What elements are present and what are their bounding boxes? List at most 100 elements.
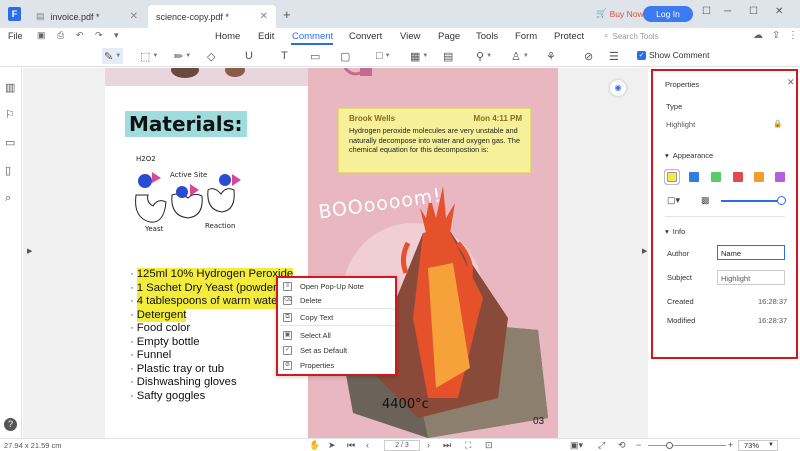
text-tool[interactable]: T xyxy=(281,48,288,64)
redo-icon[interactable]: ↷ xyxy=(95,30,105,40)
attachment-tool[interactable]: ⊘ xyxy=(584,48,593,64)
menu-item-set-as-default[interactable]: ✓ Set as Default xyxy=(280,344,395,356)
comment-list-tool[interactable]: ☰ xyxy=(609,48,619,64)
color-swatch-yellow[interactable] xyxy=(665,170,679,184)
menu-item-select-all[interactable]: ▣ Select All xyxy=(280,329,395,341)
new-tab-icon[interactable]: + xyxy=(283,7,291,22)
prev-page-icon[interactable]: ‹ xyxy=(366,440,369,450)
note-tool[interactable]: ▤ xyxy=(443,48,453,64)
next-page-icon[interactable]: › xyxy=(427,440,430,450)
fullscreen-icon[interactable]: ⤢ xyxy=(598,440,605,451)
print-icon[interactable]: ⎙ xyxy=(57,30,67,40)
measure-tool[interactable]: ▦ ▼ xyxy=(410,48,428,64)
sticky-note-popup[interactable]: Brook Wells Mon 4:11 PM Hydrogen peroxid… xyxy=(338,108,531,173)
search-tools[interactable]: ⌕ Search Tools xyxy=(604,31,659,41)
callout-tool[interactable]: ▢ xyxy=(340,48,350,64)
border-color-icon[interactable]: ▢▾ xyxy=(667,195,680,206)
opacity-slider-handle[interactable] xyxy=(777,196,786,205)
ai-assistant-icon[interactable]: ◉ xyxy=(610,80,626,96)
menu-item-copy-text[interactable]: ⧉ Copy Text xyxy=(280,311,395,323)
page-view-icon[interactable]: ▣▾ xyxy=(570,440,583,451)
menu-file[interactable]: File xyxy=(8,31,23,41)
menu-item-open-popup-note[interactable]: ≡ Open Pop-Up Note xyxy=(280,280,395,292)
menu-page[interactable]: Page xyxy=(438,31,460,42)
color-swatch-purple[interactable] xyxy=(775,172,785,182)
signature-tool[interactable]: ♙ ▼ xyxy=(511,48,529,64)
last-page-icon[interactable]: ⏭ xyxy=(443,440,451,451)
pencil-tool[interactable]: ✏ ▼ xyxy=(174,48,191,64)
menu-edit[interactable]: Edit xyxy=(258,31,274,42)
customize-icon[interactable]: ▾ xyxy=(114,30,124,40)
eraser-tool[interactable]: ◇ xyxy=(207,48,215,64)
shape-tool[interactable]: □ ▼ xyxy=(376,48,391,64)
collapse-right-icon[interactable]: ▶ xyxy=(642,247,647,255)
menu-item-delete[interactable]: ⌫ Delete xyxy=(280,294,395,306)
color-swatch-green[interactable] xyxy=(711,172,721,182)
opacity-slider-track[interactable] xyxy=(721,200,781,202)
highlight-tool[interactable]: ✎ ▼ xyxy=(102,48,124,64)
hand-tool-icon[interactable]: ✋ xyxy=(309,440,320,451)
menu-form[interactable]: Form xyxy=(515,31,537,42)
first-page-icon[interactable]: ⏮ xyxy=(347,440,355,451)
buy-now-button[interactable]: 🛒 Buy Now xyxy=(596,8,644,19)
checkbox-checked-icon[interactable]: ✓ xyxy=(637,50,646,60)
stamp-tool[interactable]: ⚲ ▼ xyxy=(476,48,492,64)
menu-tools[interactable]: Tools xyxy=(476,31,498,42)
rotate-icon[interactable]: ⟲ xyxy=(618,440,626,451)
zoom-level[interactable]: 73% ▼ xyxy=(738,440,778,451)
feedback-icon[interactable]: ☐ xyxy=(702,6,711,17)
expand-left-icon[interactable]: ▶ xyxy=(27,247,32,255)
zoom-slider-handle[interactable] xyxy=(666,442,673,449)
tab-invoice[interactable]: ▤ invoice.pdf * ✕ xyxy=(28,5,146,28)
comments-icon[interactable]: ▭ xyxy=(5,136,17,149)
search-icon[interactable]: ⌕ xyxy=(5,192,17,204)
underline-tool[interactable]: U xyxy=(245,48,253,64)
color-swatch-red[interactable] xyxy=(733,172,743,182)
manage-stamps-tool[interactable]: ⚘ xyxy=(546,48,556,64)
author-field[interactable]: Name xyxy=(717,245,785,260)
fit-width-icon[interactable]: ⊡ xyxy=(485,440,493,451)
menu-item-properties[interactable]: ⚙ Properties xyxy=(280,359,395,371)
show-comment-toggle[interactable]: ✓ Show Comment xyxy=(637,50,709,60)
textbox-tool[interactable]: ▭ xyxy=(310,48,320,64)
more-icon[interactable]: ⋮ xyxy=(788,30,798,41)
area-highlight-tool[interactable]: ⬚ ▼ xyxy=(140,48,158,64)
menu-protect[interactable]: Protect xyxy=(554,31,584,42)
maximize-icon[interactable]: ☐ xyxy=(749,6,758,17)
highlighted-text[interactable]: Detergent xyxy=(136,308,187,322)
fit-page-icon[interactable]: ⛶ xyxy=(465,440,471,451)
attachments-icon[interactable]: ▯ xyxy=(5,164,17,177)
minimize-icon[interactable]: ─ xyxy=(724,6,731,17)
color-swatch-blue[interactable] xyxy=(689,172,699,182)
highlighted-text[interactable]: 125ml 10% Hydrogen Peroxide xyxy=(136,268,294,282)
menu-view[interactable]: View xyxy=(400,31,420,42)
note-body[interactable]: Hydrogen peroxide molecules are very uns… xyxy=(349,126,527,155)
window-close-icon[interactable]: ✕ xyxy=(775,6,783,17)
color-swatch-orange[interactable] xyxy=(754,172,764,182)
zoom-out-icon[interactable]: − xyxy=(636,440,641,450)
close-icon[interactable]: ✕ xyxy=(130,11,138,22)
subject-field[interactable]: Highlight xyxy=(717,270,785,285)
menu-convert[interactable]: Convert xyxy=(349,31,382,42)
undo-icon[interactable]: ↶ xyxy=(76,30,86,40)
highlighted-text[interactable]: 1 Sachet Dry Yeast (powder) xyxy=(136,281,281,295)
info-section-header[interactable]: ▾ Info xyxy=(665,227,685,236)
select-tool-icon[interactable]: ➤ xyxy=(328,440,336,451)
save-icon[interactable]: ▣ xyxy=(37,30,47,40)
appearance-section-header[interactable]: ▾ Appearance xyxy=(665,151,713,160)
bookmark-icon[interactable]: ⚐ xyxy=(5,108,17,121)
close-icon[interactable]: ✕ xyxy=(787,77,795,88)
menu-comment[interactable]: Comment xyxy=(292,31,333,42)
tab-science-copy[interactable]: science-copy.pdf * ✕ xyxy=(148,5,276,28)
upload-cloud-icon[interactable]: ☁ xyxy=(753,30,763,41)
menu-home[interactable]: Home xyxy=(215,31,240,42)
close-icon[interactable]: ✕ xyxy=(260,11,268,22)
help-icon[interactable]: ? xyxy=(4,418,17,431)
login-button[interactable]: Log In xyxy=(643,6,693,22)
zoom-slider[interactable] xyxy=(648,445,726,446)
page-indicator[interactable]: 2 / 3 xyxy=(384,440,420,451)
zoom-in-icon[interactable]: + xyxy=(728,440,733,450)
highlighted-text[interactable]: 4 tablespoons of warm water xyxy=(136,295,282,309)
lock-icon[interactable]: 🔒 xyxy=(773,119,782,128)
share-icon[interactable]: ⇪ xyxy=(772,30,780,41)
